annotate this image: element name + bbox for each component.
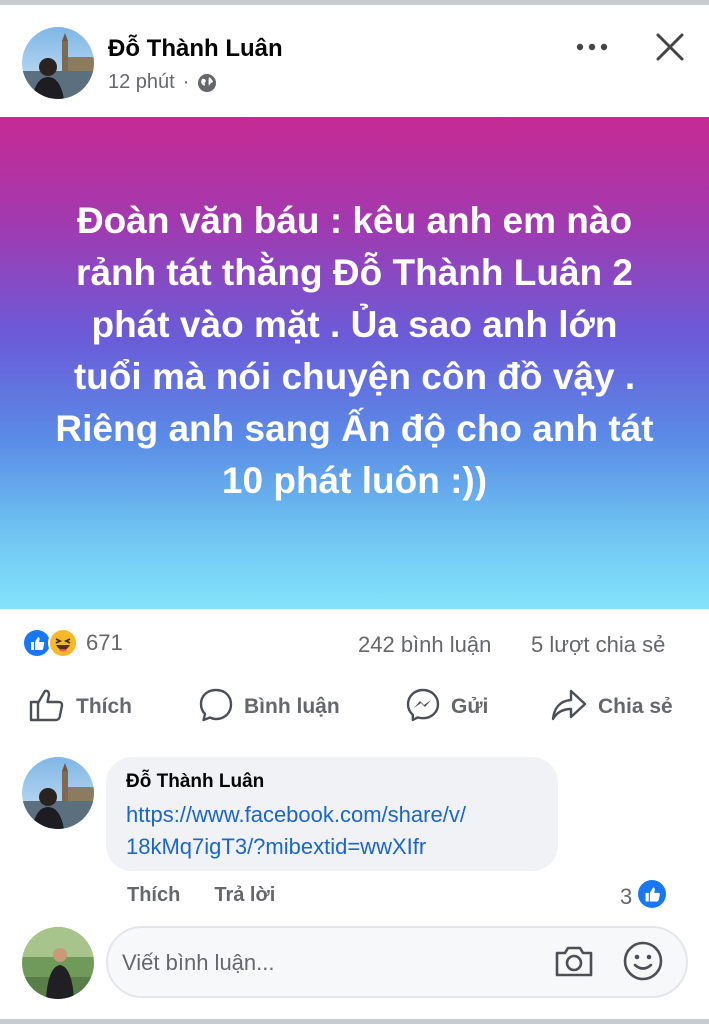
comment-like-button[interactable]: Thích <box>127 884 180 907</box>
smiley-icon <box>622 940 664 987</box>
comment-reply-button[interactable]: Trả lời <box>214 884 275 907</box>
like-reaction-icon <box>638 880 667 913</box>
meta-separator: · <box>182 71 190 93</box>
comment-link[interactable]: https://www.facebook.com/share/v/ 18kMq7… <box>126 799 546 863</box>
comment-actions: Thích Trả lời <box>127 884 275 907</box>
post-text: Đoàn văn báu : kêu anh em nào rảnh tát t… <box>55 200 654 501</box>
reactions-summary[interactable]: 671 <box>22 628 123 658</box>
author-name[interactable]: Đỗ Thành Luân <box>108 35 283 63</box>
post-header: Đỗ Thành Luân 12 phút · <box>0 5 709 115</box>
camera-button[interactable] <box>552 942 596 984</box>
thumbs-up-icon <box>28 687 66 728</box>
more-options-button[interactable] <box>570 27 614 67</box>
close-icon <box>656 33 684 66</box>
comment-like-summary[interactable]: 3 <box>620 880 667 913</box>
send-button[interactable]: Gửi <box>405 686 488 728</box>
more-horizontal-icon <box>576 38 608 56</box>
commenter-avatar[interactable] <box>22 757 94 829</box>
post-meta: 12 phút · <box>108 71 217 94</box>
share-count[interactable]: 5 lượt chia sẻ <box>531 632 665 658</box>
post-time[interactable]: 12 phút <box>108 71 175 94</box>
share-arrow-icon <box>550 688 588 727</box>
globe-icon <box>197 73 217 93</box>
post-action-bar: Thích Bình luận Gửi Chia sẻ <box>0 680 709 734</box>
emoji-button[interactable] <box>620 940 666 986</box>
comment-input[interactable]: Viết bình luận... <box>122 950 275 976</box>
author-avatar[interactable] <box>22 27 94 99</box>
share-button[interactable]: Chia sẻ <box>550 686 673 728</box>
messenger-icon <box>405 687 441 728</box>
comment-label: Bình luận <box>244 695 340 718</box>
post-text-banner: Đoàn văn báu : kêu anh em nào rảnh tát t… <box>0 117 709 609</box>
viewer-avatar[interactable] <box>22 927 94 999</box>
close-button[interactable] <box>648 27 692 71</box>
send-label: Gửi <box>451 695 489 718</box>
comment-button[interactable]: Bình luận <box>198 686 340 728</box>
comment-link-line[interactable]: 18kMq7igT3/?mibextid=wwXIfr <box>126 831 546 863</box>
post-stats: 671 242 bình luận 5 lượt chia sẻ <box>0 620 709 668</box>
comment-like-count: 3 <box>620 883 633 909</box>
comment-bubble: Đỗ Thành Luân https://www.facebook.com/s… <box>106 757 558 871</box>
comment-composer[interactable]: Viết bình luận... <box>106 926 688 998</box>
share-label: Chia sẻ <box>598 695 673 718</box>
reaction-count: 671 <box>86 630 123 655</box>
comment-bubble-icon <box>198 687 234 728</box>
bottom-divider <box>0 1019 709 1024</box>
comment-count[interactable]: 242 bình luận <box>358 632 491 658</box>
haha-reaction-icon <box>48 628 78 658</box>
like-label: Thích <box>76 695 132 718</box>
comment-link-line[interactable]: https://www.facebook.com/share/v/ <box>126 799 546 831</box>
comment-author[interactable]: Đỗ Thành Luân <box>126 771 538 793</box>
like-button[interactable]: Thích <box>28 686 132 728</box>
camera-icon <box>553 943 595 984</box>
